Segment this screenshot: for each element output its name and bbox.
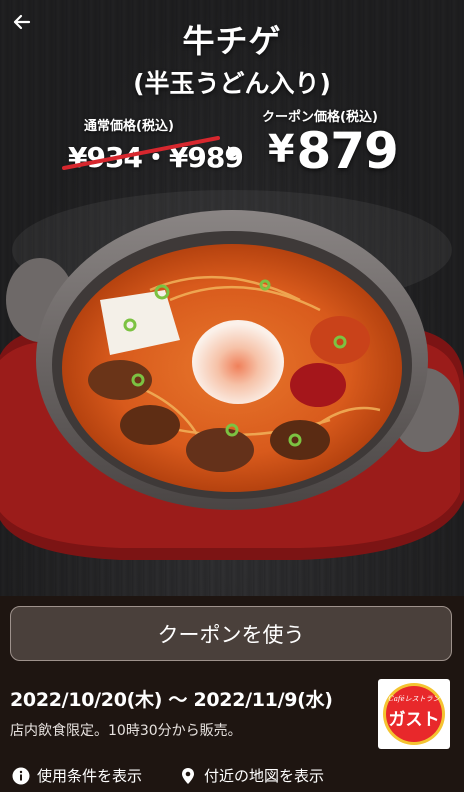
usage-note: 店内飲食限定。10時30分から販売。 xyxy=(10,723,242,739)
nearby-map-link[interactable]: 付近の地図を表示 xyxy=(179,765,324,786)
coupon-price-amount: 879 xyxy=(296,122,398,180)
coupon-price-currency: ¥ xyxy=(268,127,295,171)
gusto-logo: Caféレストラン ガスト xyxy=(378,679,450,749)
arrow-right-icon xyxy=(228,146,240,160)
hero-image: 牛チゲ (半玉うどん入り) 通常価格(税込) ¥934・¥989 クーポン価格(… xyxy=(0,0,464,596)
coupon-detail-screen: 牛チゲ (半玉うどん入り) 通常価格(税込) ¥934・¥989 クーポン価格(… xyxy=(0,0,464,792)
logo-script-text: Caféレストラン xyxy=(388,695,440,703)
product-name: 牛チゲ xyxy=(182,22,282,60)
use-coupon-button[interactable]: クーポンを使う xyxy=(10,606,452,661)
product-subname: (半玉うどん入り) xyxy=(133,69,331,98)
view-terms-label: 使用条件を表示 xyxy=(37,767,143,785)
location-pin-icon xyxy=(182,767,194,784)
logo-brand-name: ガスト xyxy=(388,710,440,730)
view-terms-link[interactable]: 使用条件を表示 xyxy=(12,765,142,786)
strikethrough-line xyxy=(62,136,220,170)
nearby-map-label: 付近の地図を表示 xyxy=(204,767,325,785)
validity-period: 2022/10/20(木) 〜 2022/11/9(水) xyxy=(10,689,333,711)
coupon-price: ¥879 xyxy=(268,122,399,180)
info-icon xyxy=(12,767,30,784)
